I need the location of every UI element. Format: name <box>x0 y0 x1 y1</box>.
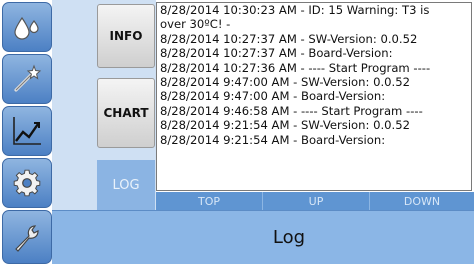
wrench-icon <box>15 225 39 252</box>
tools-button[interactable] <box>2 210 52 264</box>
log-line: 8/28/2014 10:27:37 AM - SW-Version: 0.0.… <box>160 31 418 46</box>
down-button-label: DOWN <box>403 194 441 208</box>
chart-button[interactable] <box>2 106 52 156</box>
log-line: 8/28/2014 10:27:36 AM - ---- Start Progr… <box>160 60 431 75</box>
tab-log-label: LOG <box>112 177 140 193</box>
water-drops-icon <box>14 16 39 40</box>
chart-line-icon <box>13 117 41 145</box>
log-line: 8/28/2014 9:46:58 AM - ---- Start Progra… <box>160 103 423 118</box>
log-line: 8/28/2014 10:27:37 AM - Board-Version: <box>160 46 393 61</box>
title-bar: Log <box>52 210 474 264</box>
gear-icon <box>13 169 41 197</box>
tab-chart[interactable]: CHART <box>97 78 155 148</box>
log-line: 8/28/2014 10:30:23 AM - ID: 15 Warning: … <box>160 3 430 17</box>
page-title: Log <box>272 227 306 248</box>
drops-button[interactable] <box>2 2 52 52</box>
log-line: 8/28/2014 9:47:00 AM - SW-Version: 0.0.5… <box>160 75 410 90</box>
log-line: 8/28/2014 9:21:54 AM - Board-Version: <box>160 132 386 147</box>
up-button-label: UP <box>308 194 324 208</box>
tab-info[interactable]: INFO <box>97 4 155 68</box>
log-line: over 30ºC! - <box>160 17 231 32</box>
settings-button[interactable] <box>2 158 52 208</box>
tab-chart-label: CHART <box>103 106 149 120</box>
log-panel[interactable]: 8/28/2014 10:30:23 AM - ID: 15 Warning: … <box>156 2 472 191</box>
log-line: 8/28/2014 9:21:54 AM - SW-Version: 0.0.5… <box>160 118 410 133</box>
log-line: 8/28/2014 9:47:00 AM - Board-Version: <box>160 89 386 104</box>
magic-wand-icon <box>14 64 42 92</box>
down-button[interactable]: DOWN <box>370 192 474 210</box>
tab-info-label: INFO <box>109 29 143 43</box>
top-button[interactable]: TOP <box>156 192 262 210</box>
tab-log[interactable]: LOG <box>97 160 155 210</box>
wand-button[interactable] <box>2 54 52 104</box>
top-button-label: TOP <box>197 194 220 208</box>
up-button[interactable]: UP <box>263 192 369 210</box>
